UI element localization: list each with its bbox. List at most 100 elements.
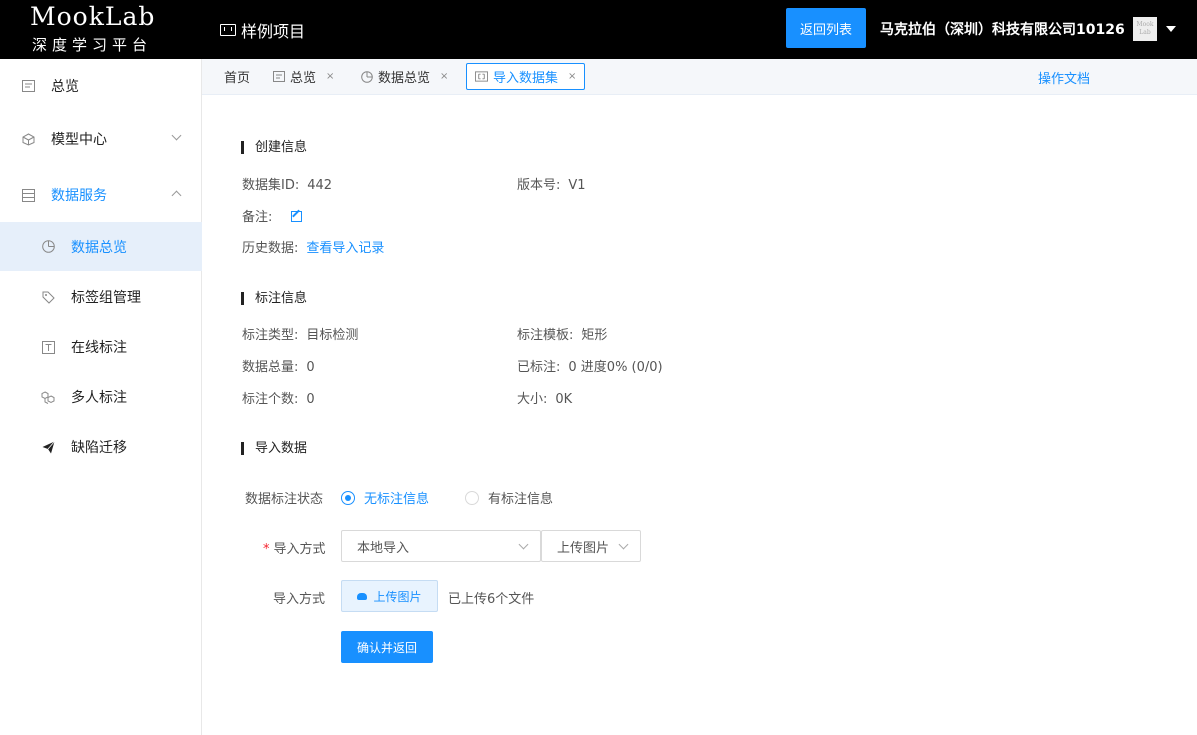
tab-import-dataset[interactable]: 导入数据集 × <box>466 63 586 90</box>
annotated-label: 已标注: <box>517 360 561 375</box>
overview-icon <box>272 70 285 83</box>
sidebar-item-data-service[interactable]: 数据服务 <box>0 171 202 219</box>
radio-has-annotation[interactable]: 有标注信息 <box>465 488 553 507</box>
annotation-type-label: 标注类型: <box>242 328 299 343</box>
size-row: 大小: 0K <box>517 388 572 407</box>
sidebar-item-defect-transfer[interactable]: 缺陷迁移 <box>0 423 202 471</box>
tab-label: 总览 <box>290 71 317 86</box>
tab-label: 首页 <box>224 71 251 86</box>
annotation-template-label: 标注模板: <box>517 328 574 343</box>
remark-row: 备注: <box>242 206 303 225</box>
section-title-import-data: 导入数据 <box>241 442 307 455</box>
sidebar-item-online-annotation[interactable]: 在线标注 <box>0 323 202 371</box>
confirm-and-return-button[interactable]: 确认并返回 <box>341 631 433 663</box>
radio-dot <box>341 490 355 505</box>
back-to-list-button[interactable]: 返回列表 <box>786 8 866 48</box>
pie-chart-icon <box>41 240 55 254</box>
tab-close-icon[interactable]: × <box>440 71 448 82</box>
chevron-down-icon <box>518 539 529 550</box>
tab-close-icon[interactable]: × <box>326 71 334 82</box>
sidebar-item-label: 多人标注 <box>71 390 127 406</box>
section-title-create-info: 创建信息 <box>241 141 307 154</box>
company-name: 马克拉伯（深圳）科技有限公司10126 <box>880 22 1125 38</box>
radio-no-annotation[interactable]: 无标注信息 <box>341 488 429 507</box>
project-name: 样例项目 <box>241 22 306 41</box>
size-value: 0K <box>555 392 573 407</box>
user-menu-caret-icon[interactable] <box>1166 26 1176 32</box>
sidebar-item-data-overview[interactable]: 数据总览 <box>0 222 202 271</box>
tab-bar: 首页 总览 × 数据总览 × 导入数据集 × 操作文档 <box>202 59 1197 95</box>
view-import-records-link[interactable]: 查看导入记录 <box>306 241 384 256</box>
import-method-select[interactable]: 本地导入 <box>341 530 541 562</box>
sidebar-item-label: 数据总览 <box>71 239 127 256</box>
send-icon <box>41 440 55 454</box>
logo-title: MookLab <box>30 2 156 31</box>
edit-icon[interactable] <box>291 211 303 222</box>
logo-subtitle: 深度学习平台 <box>32 36 153 54</box>
sidebar-item-label: 在线标注 <box>71 340 127 356</box>
sidebar: 总览 模型中心 数据服务 数据总览 标签组管理 在线标注 多人标注 缺陷迁移 <box>0 59 202 735</box>
logo[interactable]: MookLab 深度学习平台 <box>0 0 202 59</box>
main-content: 创建信息 数据集ID: 442 版本号: V1 备注: 历史数据: 查看导入记录 标注… <box>202 95 1197 735</box>
section-title-annotation-info: 标注信息 <box>241 292 307 305</box>
tag-icon <box>41 290 55 304</box>
tab-label: 数据总览 <box>378 71 431 86</box>
annotation-type-row: 标注类型: 目标检测 <box>242 324 358 343</box>
annotation-count-label: 标注个数: <box>242 392 299 407</box>
dataset-id-value: 442 <box>307 178 333 193</box>
required-mark: * <box>263 542 270 557</box>
annotated-value: 0 进度0% (0/0) <box>568 360 663 375</box>
data-total-label: 数据总量: <box>242 360 299 375</box>
tab-data-overview[interactable]: 数据总览 × <box>352 63 456 90</box>
tab-overview[interactable]: 总览 × <box>264 63 342 90</box>
radio-label: 有标注信息 <box>488 492 554 507</box>
annotation-template-row: 标注模板: 矩形 <box>517 324 607 343</box>
sidebar-item-label: 缺陷迁移 <box>71 440 127 456</box>
cloud-upload-icon <box>357 592 368 600</box>
version-value: V1 <box>568 178 586 193</box>
tab-home[interactable]: 首页 <box>216 63 258 90</box>
radio-label: 无标注信息 <box>364 492 430 507</box>
project-icon <box>220 24 236 36</box>
project-title: 样例项目 <box>220 18 305 42</box>
import-method-label-text: 导入方式 <box>273 542 326 557</box>
version-row: 版本号: V1 <box>517 174 586 193</box>
size-label: 大小: <box>517 392 548 407</box>
remark-label: 备注: <box>242 210 273 225</box>
pie-chart-icon <box>360 70 373 83</box>
upload-image-button[interactable]: 上传图片 <box>341 580 438 612</box>
annotation-template-value: 矩形 <box>581 328 608 343</box>
top-header: MookLab 深度学习平台 样例项目 返回列表 马克拉伯（深圳）科技有限公司1… <box>0 0 1197 59</box>
operation-doc-link[interactable]: 操作文档 <box>1038 68 1090 87</box>
data-total-row: 数据总量: 0 <box>242 356 315 375</box>
upload-button-label: 上传图片 <box>373 589 422 604</box>
annotation-type-value: 目标检测 <box>306 328 359 343</box>
data-total-value: 0 <box>306 360 315 375</box>
chevron-down-icon <box>618 539 629 550</box>
import-type-select[interactable]: 上传图片 <box>541 530 641 562</box>
tab-close-icon[interactable]: × <box>568 71 576 82</box>
sidebar-item-overview[interactable]: 总览 <box>0 62 202 110</box>
annotation-count-value: 0 <box>306 392 315 407</box>
import-method-label-2: 导入方式 <box>273 592 326 607</box>
chevron-up-icon <box>171 190 182 201</box>
chevron-down-icon <box>171 130 182 141</box>
cubes-icon <box>41 390 55 404</box>
dataset-id-row: 数据集ID: 442 <box>242 174 332 193</box>
history-row: 历史数据: 查看导入记录 <box>242 237 384 256</box>
radio-dot <box>465 490 479 505</box>
import-method-value: 本地导入 <box>357 540 410 556</box>
sidebar-item-tag-group[interactable]: 标签组管理 <box>0 273 202 321</box>
text-icon <box>41 340 55 354</box>
sidebar-item-model-center[interactable]: 模型中心 <box>0 115 202 163</box>
dataset-id-label: 数据集ID: <box>242 178 300 193</box>
history-label: 历史数据: <box>242 241 299 256</box>
annotation-count-row: 标注个数: 0 <box>242 388 315 407</box>
tab-label: 导入数据集 <box>493 71 559 86</box>
sidebar-item-multi-annotation[interactable]: 多人标注 <box>0 373 202 421</box>
sidebar-item-label: 标签组管理 <box>71 290 141 306</box>
import-method-label: * 导入方式 <box>263 538 326 557</box>
sidebar-item-label: 总览 <box>51 79 79 95</box>
avatar[interactable]: Mook Lab <box>1133 17 1157 41</box>
annotation-status-label: 数据标注状态 <box>245 492 324 507</box>
